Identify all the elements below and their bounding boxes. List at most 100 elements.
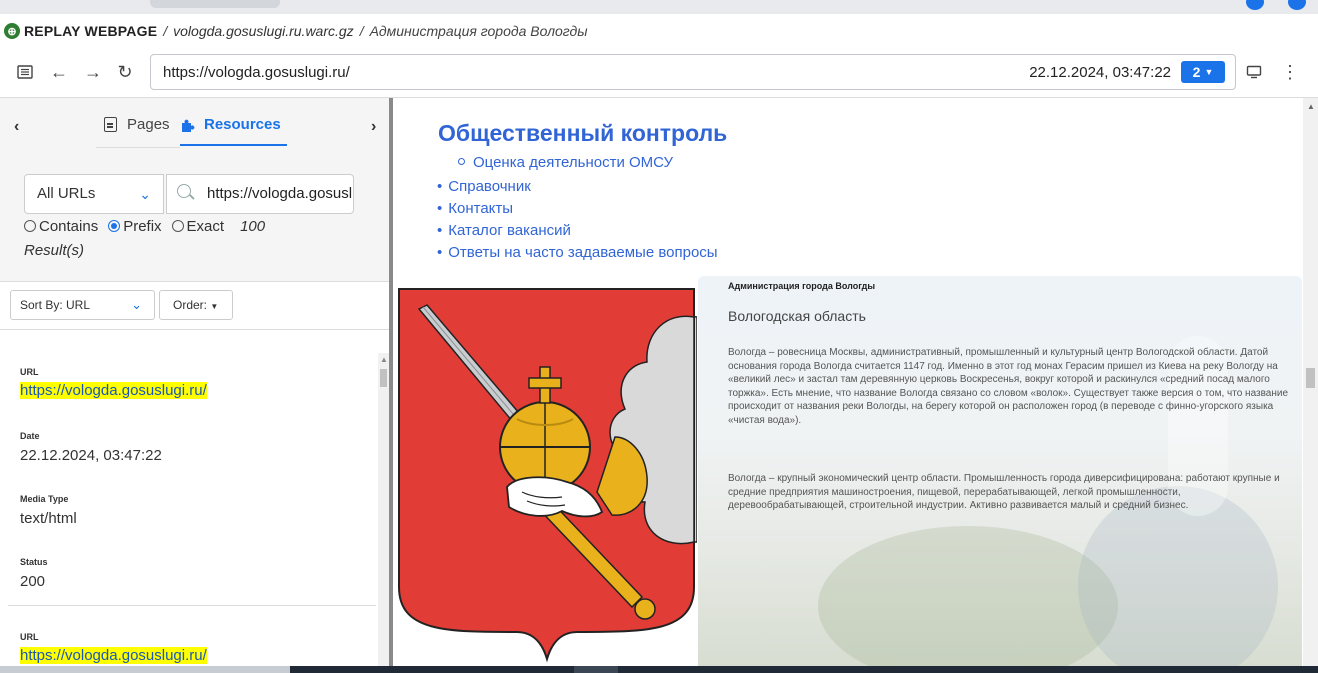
browser-tab[interactable] (150, 0, 280, 8)
search-icon (177, 184, 191, 198)
region-name: Вологодская область (728, 308, 866, 324)
result-url-link[interactable]: https://vologda.gosuslugi.ru/ (20, 382, 207, 399)
nav-link[interactable]: Каталог вакансий (437, 220, 718, 242)
browser-tab-strip (0, 0, 1318, 14)
replay-logo-icon: ⊕ (4, 23, 20, 39)
radio-exact[interactable]: Exact (171, 218, 224, 235)
captures-dropdown-button[interactable]: 2 ▼ (1181, 61, 1225, 83)
url-field[interactable]: https://vologda.gosuslugi.ru/ (163, 64, 350, 81)
background-photo (1078, 486, 1278, 668)
reload-icon[interactable]: ↻ (114, 61, 136, 83)
puzzle-icon (180, 117, 196, 133)
replay-nav-bar: ← → ↻ https://vologda.gosuslugi.ru/ 22.1… (0, 48, 1318, 98)
scrollbar-thumb[interactable] (380, 369, 387, 387)
radio-icon (24, 220, 36, 232)
more-menu-icon[interactable]: ⋮ (1279, 61, 1301, 83)
field-label: Media Type (20, 494, 69, 504)
result-url-link[interactable]: https://vologda.gosuslugi.ru/ (20, 647, 207, 664)
result-status: 200 (20, 573, 46, 590)
sidebar-toggle-icon[interactable] (14, 61, 36, 83)
document-icon (104, 117, 117, 132)
capture-timestamp: 22.12.2024, 03:47:22 (1029, 64, 1171, 81)
results-list: URL https://vologda.gosuslugi.ru/ Date 2… (0, 330, 389, 673)
content-scrollbar[interactable]: ▲ (1303, 98, 1318, 668)
tab-underline (96, 147, 180, 148)
sort-panel: Sort By: URL ⌄ Order: ▼ (0, 282, 389, 330)
field-label: Status (20, 557, 48, 567)
sidebar-tabs: ‹ Pages Resources › (0, 98, 389, 154)
sidebar-scrollbar[interactable]: ▲ (378, 353, 389, 673)
nav-link[interactable]: Контакты (437, 198, 718, 220)
captures-count: 2 (1192, 64, 1201, 80)
result-count-label: Result(s) (24, 242, 85, 259)
result-date: 22.12.2024, 03:47:22 (20, 447, 162, 464)
scroll-up-icon[interactable]: ▲ (380, 355, 388, 364)
tab-pages-label: Pages (127, 116, 170, 133)
url-type-select[interactable]: All URLs ⌄ (24, 174, 164, 214)
forward-arrow-icon[interactable]: → (82, 61, 104, 83)
field-label: Date (20, 431, 40, 441)
match-mode-group: Contains Prefix Exact 100 (24, 218, 265, 235)
desktop-icon[interactable] (1243, 61, 1265, 83)
radio-icon (171, 220, 184, 232)
organization-name: Администрация города Вологды (728, 281, 876, 291)
resource-filter-panel: All URLs ⌄ https://vologda.gosuslugi.ru/… (0, 154, 389, 282)
nav-list: Справочник Контакты Каталог вакансий Отв… (437, 176, 718, 264)
description-paragraph: Вологда – крупный экономический центр об… (728, 473, 1280, 511)
field-label: URL (20, 367, 39, 377)
sort-by-select[interactable]: Sort By: URL ⌄ (10, 290, 155, 320)
scroll-up-icon[interactable]: ▲ (1307, 102, 1315, 111)
tab-resources-label: Resources (204, 116, 281, 133)
chevron-down-icon: ▼ (1204, 67, 1214, 77)
profile-icon[interactable] (1288, 0, 1306, 10)
back-arrow-icon[interactable]: ← (48, 61, 70, 83)
extension-icon[interactable] (1246, 0, 1264, 10)
order-button[interactable]: Order: ▼ (159, 290, 233, 320)
result-media-type: text/html (20, 510, 77, 527)
taskbar-app-item[interactable] (574, 666, 618, 673)
sub-nav-item[interactable]: Оценка деятельности ОМСУ (458, 154, 673, 171)
brand-name[interactable]: REPLAY WEBPAGE (24, 23, 157, 39)
replayed-page: Общественный контроль Оценка деятельност… (397, 98, 1303, 668)
taskbar-search-area[interactable] (0, 666, 290, 673)
replay-title-bar: ⊕ REPLAY WEBPAGE / vologda.gosuslugi.ru.… (0, 14, 1318, 48)
field-label: URL (20, 632, 39, 642)
list-item: Date 22.12.2024, 03:47:22 (20, 431, 376, 464)
divider (8, 605, 376, 606)
city-info-panel: Администрация города Вологды Вологодская… (698, 276, 1302, 668)
page-title: Администрация города Вологды (369, 23, 588, 39)
list-item[interactable]: URL https://vologda.gosuslugi.ru/ (20, 367, 376, 400)
scrollbar-thumb[interactable] (1306, 368, 1315, 388)
chevron-right-icon[interactable]: › (371, 118, 376, 136)
caret-down-icon: ▼ (210, 302, 219, 311)
radio-selected-icon (108, 220, 121, 232)
url-search-input[interactable]: https://vologda.gosuslugi.ru/ (166, 174, 354, 214)
url-type-value: All URLs (37, 185, 96, 202)
nav-link[interactable]: Справочник (437, 176, 718, 198)
result-count: 100 (240, 218, 266, 235)
description-paragraph: Вологда – ровесница Москвы, администрати… (728, 347, 1289, 426)
order-label: Order: (173, 298, 208, 312)
chevron-down-icon: ⌄ (139, 186, 151, 202)
sort-by-label: Sort By: URL (20, 298, 91, 312)
url-search-value[interactable]: https://vologda.gosuslugi.ru/ (207, 185, 353, 202)
coat-of-arms-image (397, 287, 697, 668)
breadcrumb-separator: / (163, 23, 168, 39)
sub-nav-list: Оценка деятельности ОМСУ (458, 154, 673, 171)
tab-pages[interactable]: Pages (104, 116, 170, 133)
list-item: Status 200 (20, 557, 376, 590)
archive-name[interactable]: vologda.gosuslugi.ru.warc.gz (173, 23, 354, 39)
radio-contains[interactable]: Contains (24, 218, 98, 235)
resources-sidebar: ‹ Pages Resources › All URLs ⌄ https://v… (0, 98, 393, 673)
radio-prefix[interactable]: Prefix (108, 218, 162, 235)
list-item: Media Type text/html (20, 494, 376, 527)
section-heading[interactable]: Общественный контроль (438, 120, 727, 147)
url-bar[interactable]: https://vologda.gosuslugi.ru/ 22.12.2024… (150, 54, 1236, 90)
nav-link[interactable]: Ответы на часто задаваемые вопросы (437, 242, 717, 264)
chevron-left-icon[interactable]: ‹ (14, 118, 19, 136)
background-photo (818, 526, 1118, 668)
tab-resources[interactable]: Resources (180, 116, 287, 146)
list-item[interactable]: URL https://vologda.gosuslugi.ru/ (20, 632, 376, 665)
circle-bullet-icon (458, 158, 465, 165)
os-taskbar (0, 666, 1318, 673)
